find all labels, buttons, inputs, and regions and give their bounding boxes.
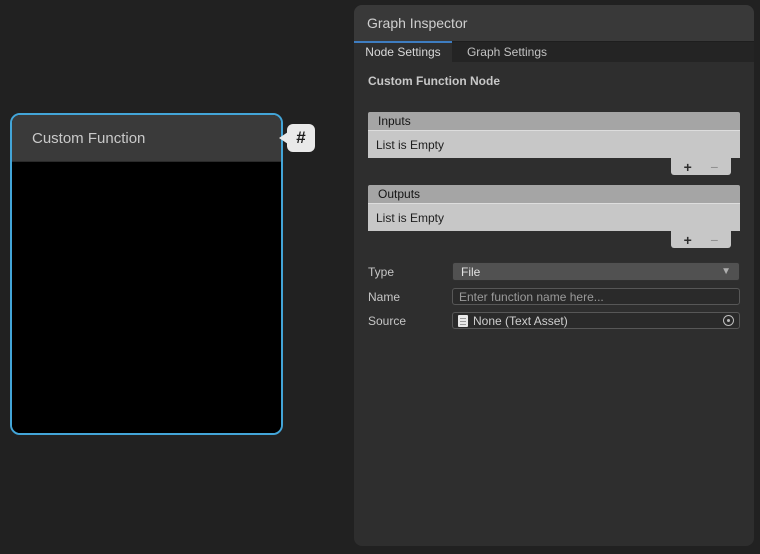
function-name-input[interactable] (452, 288, 740, 305)
node-title: Custom Function (32, 130, 145, 147)
inspector-titlebar[interactable]: Graph Inspector (354, 5, 754, 41)
inputs-list-footer-buttons: + − (671, 158, 731, 175)
type-dropdown-value: File (461, 265, 480, 279)
type-dropdown[interactable]: File ▼ (452, 262, 740, 281)
inputs-list-empty-row: List is Empty (368, 131, 740, 158)
name-row: Name (368, 288, 740, 305)
active-tab-indicator (354, 41, 452, 43)
hash-badge[interactable]: # (287, 124, 315, 152)
object-picker-icon[interactable] (723, 315, 734, 326)
inspector-content: Custom Function Node Inputs List is Empt… (354, 74, 754, 329)
inputs-list-header: Inputs (368, 112, 740, 131)
inputs-list-header-label: Inputs (378, 114, 411, 128)
outputs-list-header: Outputs (368, 185, 740, 204)
tab-graph-settings[interactable]: Graph Settings (452, 41, 562, 62)
inputs-list-empty-label: List is Empty (376, 138, 444, 152)
type-row: Type File ▼ (368, 262, 740, 281)
inspector-title: Graph Inspector (367, 15, 467, 31)
name-label: Name (368, 290, 452, 304)
outputs-list: Outputs List is Empty + − (368, 185, 740, 248)
inputs-add-button[interactable]: + (678, 160, 698, 174)
custom-function-node[interactable]: Custom Function (10, 113, 283, 435)
outputs-list-header-label: Outputs (378, 187, 420, 201)
node-preview-body (12, 162, 281, 433)
source-label: Source (368, 314, 452, 328)
outputs-add-button[interactable]: + (678, 233, 698, 247)
outputs-remove-button[interactable]: − (704, 233, 724, 247)
tab-node-settings[interactable]: Node Settings (354, 41, 452, 62)
chevron-down-icon: ▼ (721, 266, 731, 277)
source-object-value: None (Text Asset) (473, 314, 568, 328)
outputs-list-empty-label: List is Empty (376, 211, 444, 225)
source-row: Source None (Text Asset) (368, 312, 740, 329)
inputs-list-footer: + − (368, 158, 740, 175)
source-object-field[interactable]: None (Text Asset) (452, 312, 740, 329)
tab-graph-settings-label: Graph Settings (467, 45, 547, 59)
node-header[interactable]: Custom Function (12, 115, 281, 162)
inspector-tabbar: Node Settings Graph Settings (354, 41, 754, 62)
text-asset-icon (458, 315, 468, 327)
section-title: Custom Function Node (368, 74, 740, 88)
inputs-list: Inputs List is Empty + − (368, 112, 740, 175)
graph-inspector-panel: Graph Inspector Node Settings Graph Sett… (354, 5, 754, 546)
type-label: Type (368, 265, 452, 279)
outputs-list-empty-row: List is Empty (368, 204, 740, 231)
tab-node-settings-label: Node Settings (365, 45, 440, 59)
outputs-list-footer: + − (368, 231, 740, 248)
outputs-list-footer-buttons: + − (671, 231, 731, 248)
inputs-remove-button[interactable]: − (704, 160, 724, 174)
